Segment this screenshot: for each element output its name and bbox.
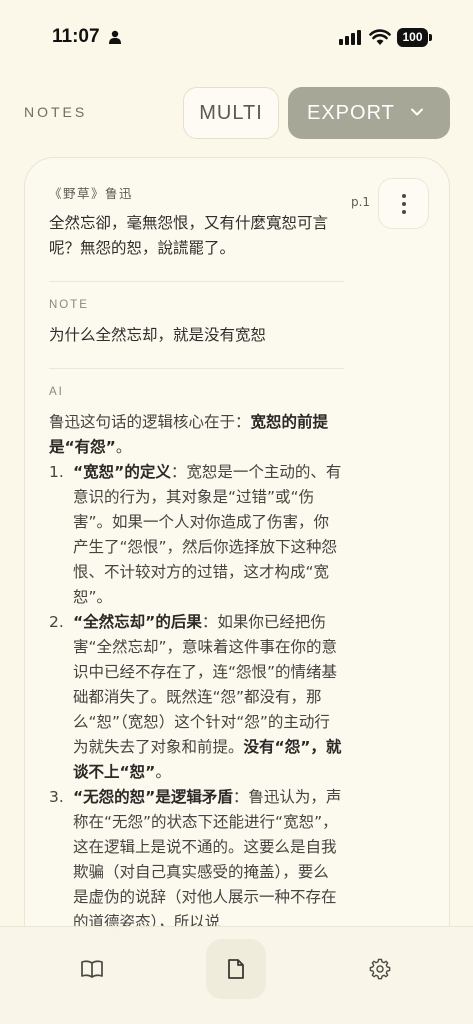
tab-notes[interactable] <box>206 939 266 999</box>
note-text: 为什么全然忘却，就是没有宽恕 <box>49 326 267 344</box>
export-button[interactable]: EXPORT <box>288 87 450 139</box>
note-icon <box>228 959 244 979</box>
battery-level: 100 <box>397 28 428 47</box>
ai-point: 1. “宽恕”的定义：宽恕是一个主动的、有意识的行为，其对象是“过错”或“伤害”。… <box>49 463 342 606</box>
tab-settings[interactable] <box>350 939 410 999</box>
ai-response: 鲁迅这句话的逻辑核心在于：宽恕的前提是“有怨”。 1. “宽恕”的定义：宽恕是一个… <box>49 410 344 935</box>
page-title: NOTES <box>24 104 88 120</box>
ai-point: 2. “全然忘却”的后果：如果你已经把伤害“全然忘却”，意味着这件事在你的意识中已… <box>49 613 342 781</box>
more-options-button[interactable] <box>378 178 429 229</box>
ai-point: 3. “无怨的恕”是逻辑矛盾：鲁迅认为，声称在“无怨”的状态下还能进行“宽恕”，这… <box>49 788 342 931</box>
tab-library[interactable] <box>62 939 122 999</box>
chevron-down-icon <box>411 108 423 116</box>
source-label: 《野草》鲁迅 <box>49 186 134 201</box>
divider <box>49 368 344 369</box>
ai-intro: 鲁迅这句话的逻辑核心在于：宽恕的前提是“有怨”。 <box>49 413 329 456</box>
export-label: EXPORT <box>307 101 395 124</box>
battery-icon: 100 <box>397 28 432 47</box>
gear-icon <box>369 958 391 980</box>
ai-point-list: 1. “宽恕”的定义：宽恕是一个主动的、有意识的行为，其对象是“过错”或“伤害”。… <box>49 460 344 935</box>
book-icon <box>81 960 103 978</box>
wifi-icon <box>369 29 391 45</box>
status-bar: 11:07 100 <box>0 0 473 70</box>
person-icon <box>109 30 121 44</box>
quote-text: 全然忘卻，毫無怨恨，又有什麼寬恕可言呢？無怨的恕，說謊罷了。 <box>49 214 329 257</box>
signal-icon <box>339 30 361 45</box>
note-card[interactable]: 《野草》鲁迅 全然忘卻，毫無怨恨，又有什麼寬恕可言呢？無怨的恕，說謊罷了。 NO… <box>24 157 450 1024</box>
ai-section-label: AI <box>49 386 64 398</box>
note-section-label: NOTE <box>49 299 89 311</box>
page-reference: p.1 <box>351 195 371 209</box>
bottom-nav <box>0 926 473 1024</box>
divider <box>49 281 344 282</box>
multi-select-button[interactable]: MULTI <box>183 87 279 139</box>
status-time: 11:07 <box>52 26 100 47</box>
